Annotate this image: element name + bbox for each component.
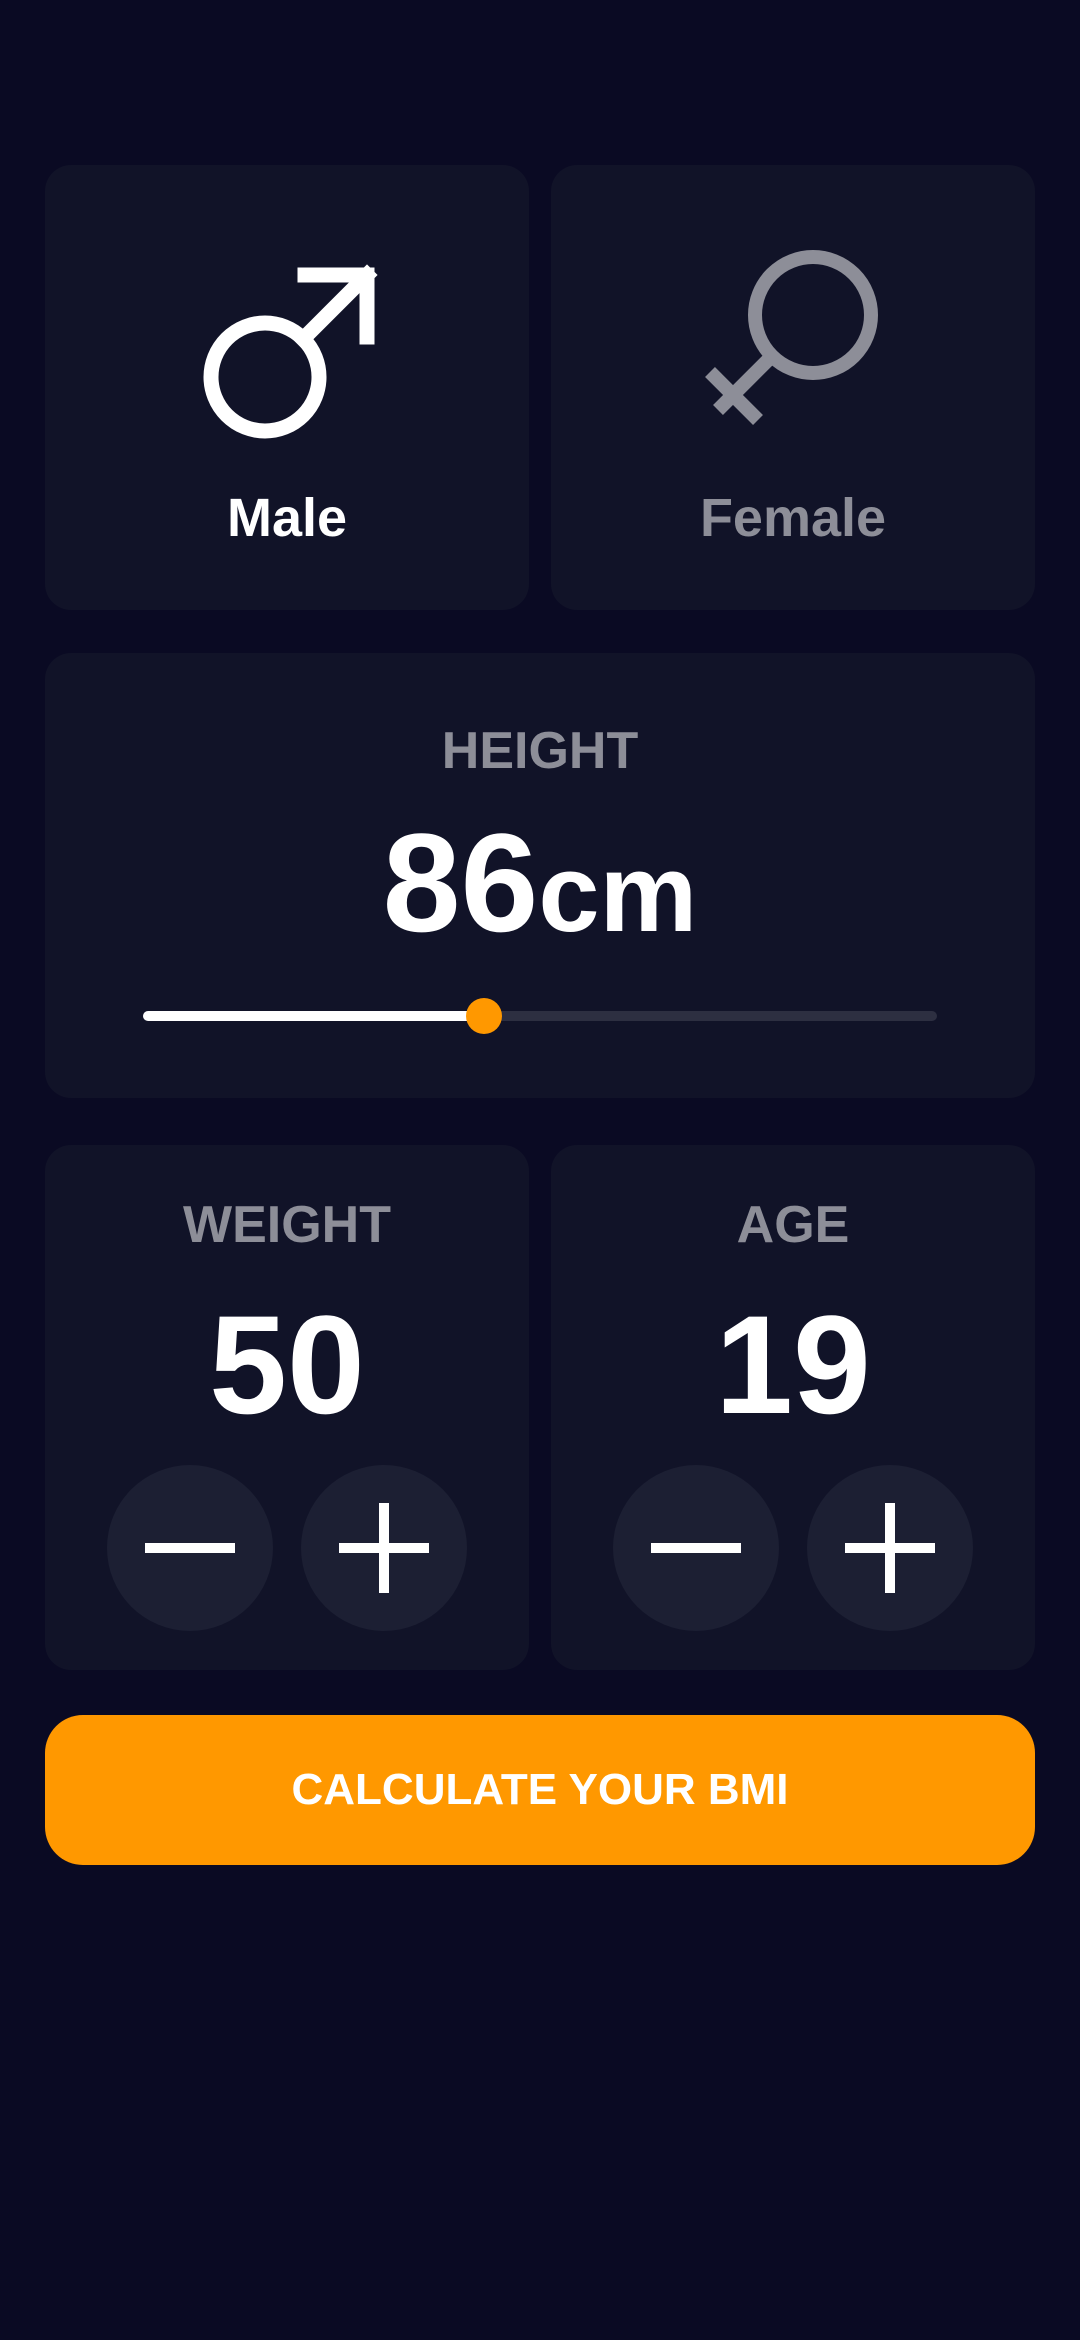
gender-card-male[interactable]: Male [45, 165, 529, 610]
gender-label-female: Female [699, 488, 887, 548]
plus-icon [845, 1503, 935, 1593]
height-title: HEIGHT [441, 722, 639, 780]
age-increment-button[interactable] [807, 1465, 973, 1631]
height-value: 86 [382, 804, 539, 961]
weight-increment-button[interactable] [301, 1465, 467, 1631]
male-symbol-icon [45, 255, 529, 455]
gender-card-female[interactable]: Female [551, 165, 1035, 610]
height-card: HEIGHT 86cm [45, 653, 1035, 1098]
height-value-display: 86cm [45, 803, 1035, 974]
height-slider[interactable] [143, 998, 937, 1034]
female-symbol-icon [551, 240, 1035, 450]
weight-value: 50 [209, 1286, 365, 1443]
height-slider-thumb[interactable] [466, 998, 503, 1034]
height-slider-fill [143, 1011, 485, 1021]
calculate-bmi-button[interactable]: CALCULATE YOUR BMI [45, 1715, 1035, 1865]
age-decrement-button[interactable] [613, 1465, 779, 1631]
calculate-bmi-label: CALCULATE YOUR BMI [291, 1765, 789, 1814]
minus-icon [651, 1543, 741, 1553]
age-title: AGE [736, 1196, 850, 1254]
weight-card: WEIGHT 50 [45, 1145, 529, 1670]
weight-decrement-button[interactable] [107, 1465, 273, 1631]
gender-label-male: Male [226, 488, 348, 548]
age-value: 19 [715, 1286, 871, 1443]
plus-icon [339, 1503, 429, 1593]
minus-icon [145, 1543, 235, 1553]
weight-title: WEIGHT [183, 1196, 391, 1254]
age-card: AGE 19 [551, 1145, 1035, 1670]
height-unit: cm [538, 832, 698, 955]
